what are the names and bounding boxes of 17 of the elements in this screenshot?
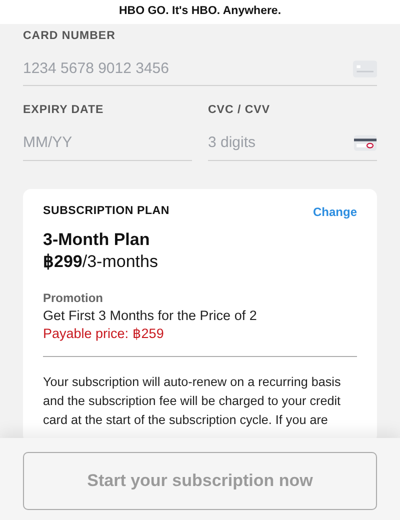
change-link[interactable]: Change <box>312 202 357 221</box>
promotion-label: Promotion <box>43 290 104 308</box>
field-label: CVC / CVV <box>208 103 272 118</box>
card-number-field[interactable]: 1234 5678 9012 3456 <box>23 58 353 80</box>
card-icon <box>352 60 377 78</box>
expiry-date-field[interactable]: MM/YY <box>23 132 192 155</box>
section-heading: SUBSCRIPTION PLAN <box>43 204 170 220</box>
header-title: HBO GO. It's HBO. Anywhere. <box>118 4 282 20</box>
card-back-icon <box>354 134 377 152</box>
plan-name: 3-Month Plan <box>43 228 151 251</box>
field-label: CARD NUMBER <box>23 29 116 44</box>
plan-price: ฿299/3-months <box>43 250 159 273</box>
field-label: EXPIRY DATE <box>23 103 105 118</box>
payable-price: Payable price: ฿259 <box>43 325 165 344</box>
promotion-text: Get First 3 Months for the Price of 2 <box>43 307 258 326</box>
renewal-notice: Your subscription will auto-renew on a recurring basis and the subscription fee will be charged to your credit card at the start of the subscription cycle. If you are <box>43 374 342 429</box>
cvc-field[interactable]: 3 digits <box>208 132 354 155</box>
